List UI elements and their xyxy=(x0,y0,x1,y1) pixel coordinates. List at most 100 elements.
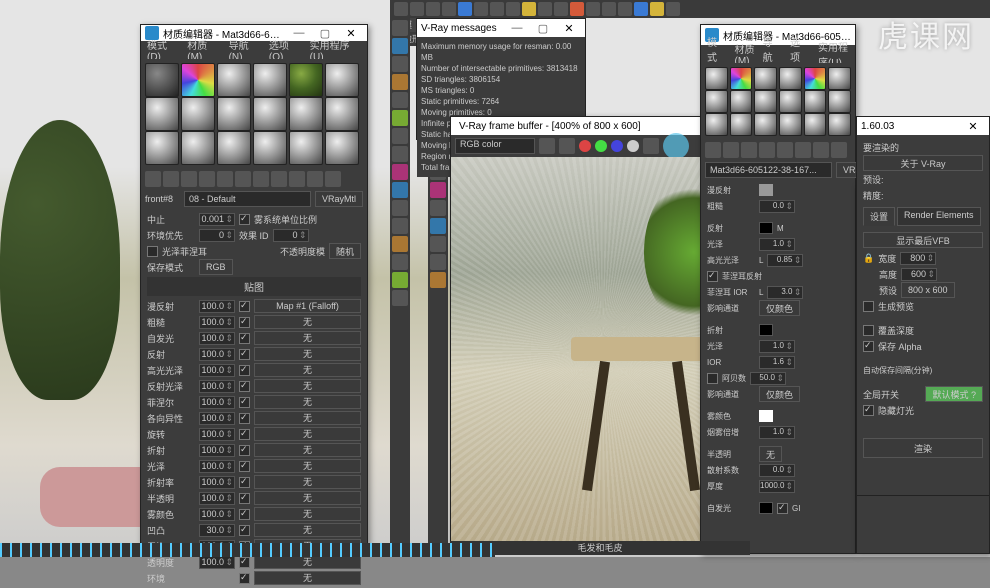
map-amount-spinner[interactable]: 100.0 xyxy=(199,300,235,313)
tool-icon[interactable] xyxy=(442,2,456,16)
panel-icon[interactable] xyxy=(392,200,408,216)
material-slot[interactable] xyxy=(217,97,251,131)
go-parent-icon[interactable] xyxy=(271,171,287,187)
tool-icon[interactable] xyxy=(741,142,757,158)
trans-combo[interactable]: 无 xyxy=(759,446,782,462)
material-type-button[interactable]: VRayMtl xyxy=(315,191,363,207)
thick-spinner[interactable]: 1000.0 xyxy=(759,480,795,493)
time-ruler[interactable] xyxy=(0,543,495,557)
material-slot[interactable] xyxy=(289,97,323,131)
panel-icon[interactable] xyxy=(430,272,446,288)
map-slot-button[interactable]: 无 xyxy=(254,571,361,585)
options-icon[interactable] xyxy=(307,171,323,187)
tool-icon[interactable] xyxy=(777,142,793,158)
vfb-tool-icon[interactable] xyxy=(539,138,555,154)
map-slot-button[interactable]: Map #1 (Falloff) xyxy=(254,299,361,313)
map-slot-button[interactable]: 无 xyxy=(254,459,361,473)
width-spinner[interactable]: 800 xyxy=(900,252,936,265)
material-slot[interactable] xyxy=(754,90,777,113)
show-map-icon[interactable] xyxy=(253,171,269,187)
reffect-combo[interactable]: 仅颜色 xyxy=(759,386,800,402)
material-slot[interactable] xyxy=(325,63,359,97)
material-name-input[interactable] xyxy=(705,162,832,178)
map-enable-checkbox[interactable] xyxy=(239,301,250,312)
override-checkbox[interactable] xyxy=(863,325,874,336)
rough-spinner[interactable]: 0.0 xyxy=(759,200,795,213)
map-slot-button[interactable]: 无 xyxy=(254,523,361,537)
map-slot-button[interactable]: 无 xyxy=(254,331,361,345)
tool-icon[interactable] xyxy=(813,142,829,158)
panel-icon[interactable] xyxy=(392,20,408,36)
render-button[interactable]: 渲染 xyxy=(863,438,983,458)
map-enable-checkbox[interactable] xyxy=(239,429,250,440)
material-slot[interactable] xyxy=(145,131,179,165)
material-slot[interactable] xyxy=(779,90,802,113)
tool-icon[interactable] xyxy=(759,142,775,158)
copy-icon[interactable] xyxy=(199,171,215,187)
tool-icon[interactable] xyxy=(506,2,520,16)
abbe-spinner[interactable]: 50.0 xyxy=(750,372,786,385)
material-slot[interactable] xyxy=(145,97,179,131)
vfb-tool-icon[interactable] xyxy=(559,138,575,154)
map-slot-button[interactable]: 无 xyxy=(254,315,361,329)
fog-swatch[interactable] xyxy=(759,410,773,422)
map-enable-checkbox[interactable] xyxy=(239,509,250,520)
assign-icon[interactable] xyxy=(163,171,179,187)
panel-icon[interactable] xyxy=(392,74,408,90)
panel-icon[interactable] xyxy=(392,92,408,108)
map-slot-button[interactable]: 无 xyxy=(254,411,361,425)
map-amount-spinner[interactable]: 100.0 xyxy=(199,444,235,457)
tab-render-elements[interactable]: Render Elements xyxy=(897,207,981,226)
opac-mode-combo[interactable]: 随机 xyxy=(329,243,361,259)
channel-alpha-icon[interactable] xyxy=(627,140,639,152)
vfb-tool-icon[interactable] xyxy=(643,138,659,154)
map-slot-button[interactable]: 无 xyxy=(254,395,361,409)
map-enable-checkbox[interactable] xyxy=(239,317,250,328)
map-enable-checkbox[interactable] xyxy=(239,413,250,424)
channel-blue-icon[interactable] xyxy=(611,140,623,152)
tab-settings[interactable]: 设置 xyxy=(863,207,895,226)
panel-icon[interactable] xyxy=(392,218,408,234)
minimize-button[interactable]: — xyxy=(505,20,529,36)
map-amount-spinner[interactable]: 100.0 xyxy=(199,316,235,329)
map-amount-spinner[interactable]: 100.0 xyxy=(199,556,235,569)
gloss-fresnel-checkbox[interactable] xyxy=(147,246,158,257)
material-slot[interactable] xyxy=(145,63,179,97)
material-slot[interactable] xyxy=(325,131,359,165)
panel-icon[interactable] xyxy=(392,236,408,252)
rgloss-spinner[interactable]: 1.0 xyxy=(759,340,795,353)
map-enable-checkbox[interactable] xyxy=(239,397,250,408)
material-slot[interactable] xyxy=(325,97,359,131)
panel-icon[interactable] xyxy=(430,200,446,216)
m-button[interactable]: M xyxy=(777,224,784,233)
panel-icon[interactable] xyxy=(430,254,446,270)
map-slot-button[interactable]: 无 xyxy=(254,347,361,361)
panel-icon[interactable] xyxy=(392,128,408,144)
tool-icon[interactable] xyxy=(831,142,847,158)
effect-combo[interactable]: 仅颜色 xyxy=(759,300,800,316)
show-last-vfb-button[interactable]: 显示最后VFB xyxy=(863,232,983,248)
map-amount-spinner[interactable]: 100.0 xyxy=(199,364,235,377)
material-slot[interactable] xyxy=(253,63,287,97)
panel-icon[interactable] xyxy=(392,56,408,72)
panel-icon[interactable] xyxy=(392,110,408,126)
close-button[interactable]: ✕ xyxy=(557,20,581,36)
gi-mode-button[interactable]: 默认模式 ? xyxy=(925,386,983,402)
map-slot-button[interactable]: 无 xyxy=(254,363,361,377)
save-checkbox[interactable] xyxy=(863,301,874,312)
material-slot[interactable] xyxy=(217,63,251,97)
map-enable-checkbox[interactable] xyxy=(239,381,250,392)
material-slot[interactable] xyxy=(181,63,215,97)
material-slot[interactable] xyxy=(253,131,287,165)
ior-spinner[interactable]: 3.0 xyxy=(767,286,803,299)
material-slot[interactable] xyxy=(217,131,251,165)
panel-icon[interactable] xyxy=(392,146,408,162)
material-slot[interactable] xyxy=(754,67,777,90)
tool-icon[interactable] xyxy=(522,2,536,16)
material-slot[interactable] xyxy=(181,97,215,131)
tool-icon[interactable] xyxy=(554,2,568,16)
height-spinner[interactable]: 600 xyxy=(901,268,937,281)
maximize-button[interactable]: ▢ xyxy=(531,20,555,36)
tool-icon[interactable] xyxy=(634,2,648,16)
map-slot-button[interactable]: 无 xyxy=(254,507,361,521)
